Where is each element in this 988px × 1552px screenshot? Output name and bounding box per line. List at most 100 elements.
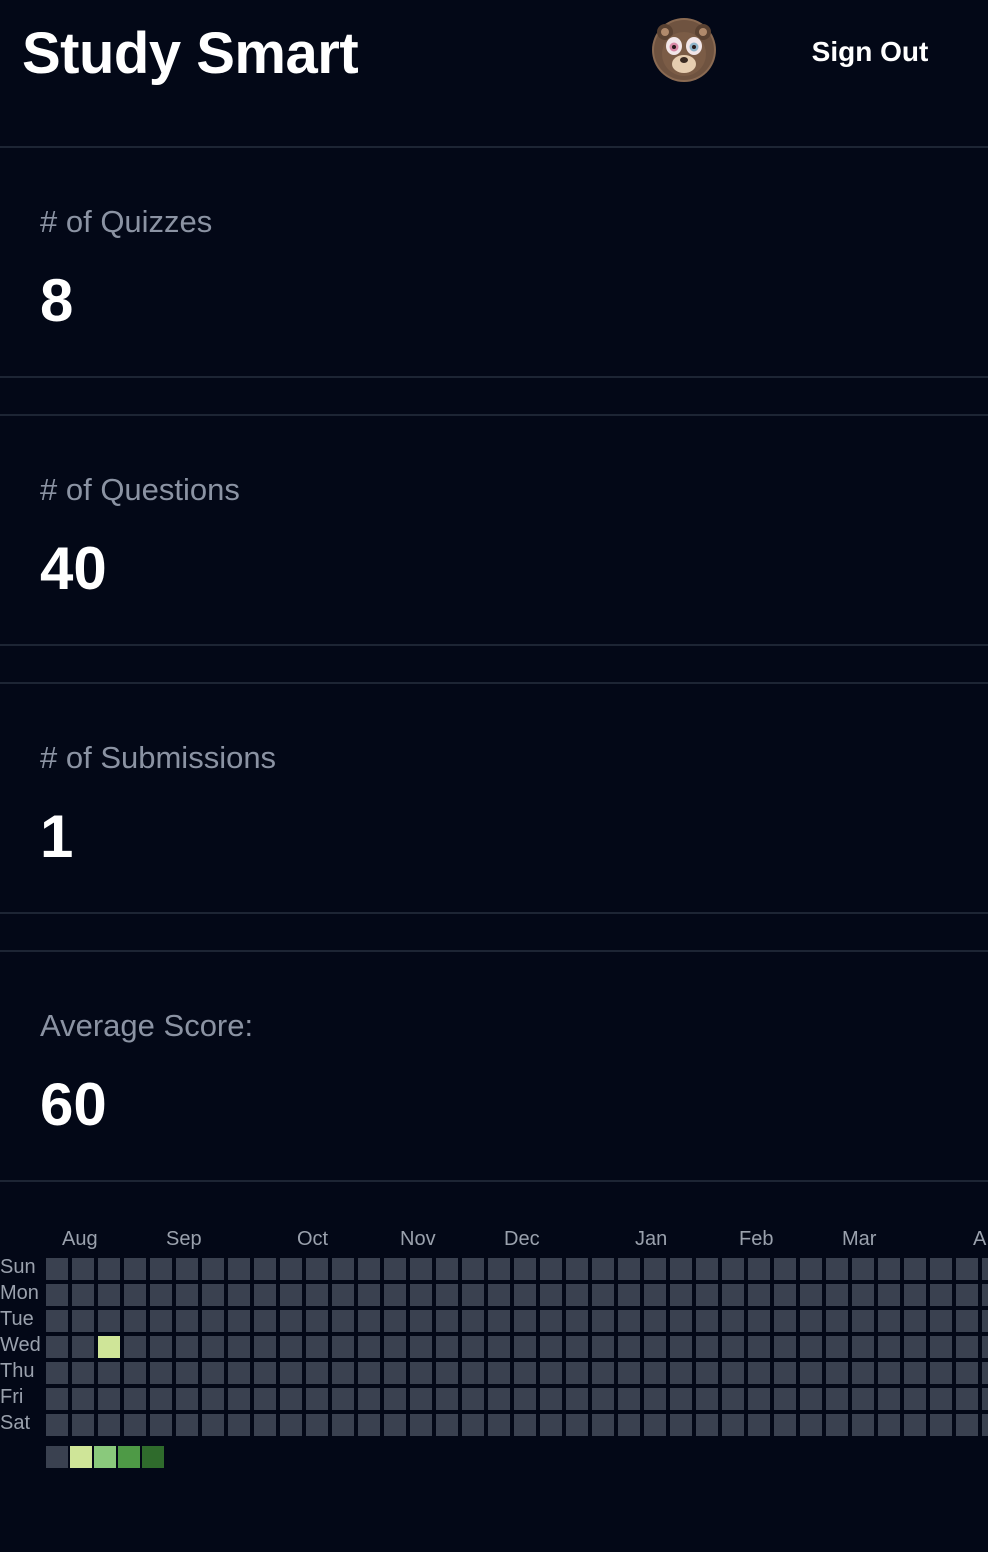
heatmap-cell[interactable] bbox=[332, 1284, 354, 1306]
heatmap-cell[interactable] bbox=[124, 1284, 146, 1306]
heatmap-cell[interactable] bbox=[930, 1310, 952, 1332]
heatmap-cell[interactable] bbox=[566, 1362, 588, 1384]
heatmap-cell[interactable] bbox=[358, 1362, 380, 1384]
heatmap-cell[interactable] bbox=[228, 1284, 250, 1306]
heatmap-cell[interactable] bbox=[72, 1388, 94, 1410]
heatmap-cell[interactable] bbox=[384, 1310, 406, 1332]
heatmap-cell[interactable] bbox=[150, 1310, 172, 1332]
heatmap-cell[interactable] bbox=[488, 1362, 510, 1384]
heatmap-cell[interactable] bbox=[202, 1310, 224, 1332]
heatmap-cell[interactable] bbox=[878, 1362, 900, 1384]
heatmap-cell[interactable] bbox=[878, 1336, 900, 1358]
heatmap-cell[interactable] bbox=[618, 1284, 640, 1306]
heatmap-cell[interactable] bbox=[46, 1362, 68, 1384]
heatmap-cell[interactable] bbox=[644, 1284, 666, 1306]
heatmap-cell[interactable] bbox=[696, 1336, 718, 1358]
heatmap-cell[interactable] bbox=[514, 1284, 536, 1306]
heatmap-cell[interactable] bbox=[644, 1388, 666, 1410]
heatmap-cell[interactable] bbox=[358, 1258, 380, 1280]
heatmap-cell[interactable] bbox=[826, 1284, 848, 1306]
heatmap-cell[interactable] bbox=[410, 1336, 432, 1358]
heatmap-cell[interactable] bbox=[852, 1414, 874, 1436]
heatmap-cell[interactable] bbox=[254, 1336, 276, 1358]
heatmap-cell[interactable] bbox=[540, 1362, 562, 1384]
heatmap-cell[interactable] bbox=[410, 1284, 432, 1306]
heatmap-cell[interactable] bbox=[826, 1258, 848, 1280]
heatmap-cell[interactable] bbox=[410, 1388, 432, 1410]
heatmap-cell[interactable] bbox=[462, 1336, 484, 1358]
heatmap-cell[interactable] bbox=[748, 1310, 770, 1332]
heatmap-cell[interactable] bbox=[982, 1336, 988, 1358]
heatmap-cell[interactable] bbox=[670, 1310, 692, 1332]
heatmap-cell[interactable] bbox=[566, 1284, 588, 1306]
heatmap-cell[interactable] bbox=[228, 1414, 250, 1436]
heatmap-cell[interactable] bbox=[306, 1362, 328, 1384]
heatmap-cell[interactable] bbox=[98, 1310, 120, 1332]
heatmap-cell[interactable] bbox=[384, 1258, 406, 1280]
heatmap-cell[interactable] bbox=[176, 1388, 198, 1410]
heatmap-cell[interactable] bbox=[436, 1362, 458, 1384]
heatmap-cell[interactable] bbox=[774, 1362, 796, 1384]
heatmap-cell[interactable] bbox=[878, 1310, 900, 1332]
heatmap-cell[interactable] bbox=[748, 1336, 770, 1358]
heatmap-cell[interactable] bbox=[98, 1362, 120, 1384]
heatmap-cell[interactable] bbox=[852, 1310, 874, 1332]
heatmap-cell[interactable] bbox=[592, 1362, 614, 1384]
heatmap-cell[interactable] bbox=[566, 1336, 588, 1358]
heatmap-cell[interactable] bbox=[904, 1310, 926, 1332]
heatmap-cell[interactable] bbox=[956, 1336, 978, 1358]
heatmap-cell[interactable] bbox=[202, 1284, 224, 1306]
heatmap-cell[interactable] bbox=[98, 1414, 120, 1436]
heatmap-cell[interactable] bbox=[722, 1284, 744, 1306]
heatmap-cell[interactable] bbox=[722, 1388, 744, 1410]
heatmap-cell[interactable] bbox=[930, 1362, 952, 1384]
heatmap-cell[interactable] bbox=[852, 1284, 874, 1306]
heatmap-cell[interactable] bbox=[72, 1336, 94, 1358]
heatmap-cell[interactable] bbox=[852, 1388, 874, 1410]
heatmap-cell[interactable] bbox=[930, 1414, 952, 1436]
heatmap-cell[interactable] bbox=[852, 1336, 874, 1358]
heatmap-cell[interactable] bbox=[150, 1258, 172, 1280]
heatmap-cell[interactable] bbox=[46, 1284, 68, 1306]
heatmap-cell[interactable] bbox=[46, 1388, 68, 1410]
heatmap-cell[interactable] bbox=[540, 1258, 562, 1280]
heatmap-cell[interactable] bbox=[592, 1284, 614, 1306]
heatmap-cell[interactable] bbox=[774, 1414, 796, 1436]
heatmap-cell[interactable] bbox=[150, 1336, 172, 1358]
heatmap-cell[interactable] bbox=[462, 1258, 484, 1280]
heatmap-cell[interactable] bbox=[592, 1414, 614, 1436]
heatmap-cell[interactable] bbox=[956, 1414, 978, 1436]
heatmap-cell[interactable] bbox=[384, 1362, 406, 1384]
heatmap-cell[interactable] bbox=[488, 1284, 510, 1306]
heatmap-cell[interactable] bbox=[332, 1258, 354, 1280]
heatmap-cell[interactable] bbox=[696, 1284, 718, 1306]
heatmap-cell[interactable] bbox=[644, 1362, 666, 1384]
heatmap-cell[interactable] bbox=[228, 1362, 250, 1384]
heatmap-cell[interactable] bbox=[254, 1284, 276, 1306]
heatmap-cell[interactable] bbox=[410, 1310, 432, 1332]
heatmap-cell[interactable] bbox=[956, 1258, 978, 1280]
heatmap-cell[interactable] bbox=[254, 1414, 276, 1436]
heatmap-cell[interactable] bbox=[306, 1258, 328, 1280]
heatmap-cell[interactable] bbox=[306, 1388, 328, 1410]
heatmap-cell[interactable] bbox=[904, 1336, 926, 1358]
heatmap-cell[interactable] bbox=[176, 1258, 198, 1280]
heatmap-cell[interactable] bbox=[462, 1388, 484, 1410]
heatmap-cell[interactable] bbox=[384, 1284, 406, 1306]
heatmap-cell[interactable] bbox=[774, 1336, 796, 1358]
heatmap-cell[interactable] bbox=[202, 1362, 224, 1384]
heatmap-cell[interactable] bbox=[280, 1414, 302, 1436]
heatmap-cell[interactable] bbox=[748, 1388, 770, 1410]
heatmap-cell[interactable] bbox=[956, 1310, 978, 1332]
heatmap-cell[interactable] bbox=[150, 1414, 172, 1436]
heatmap-cell[interactable] bbox=[748, 1414, 770, 1436]
heatmap-cell[interactable] bbox=[462, 1310, 484, 1332]
heatmap-cell[interactable] bbox=[436, 1258, 458, 1280]
heatmap-cell[interactable] bbox=[228, 1310, 250, 1332]
heatmap-cell[interactable] bbox=[904, 1362, 926, 1384]
heatmap-cell[interactable] bbox=[280, 1336, 302, 1358]
heatmap-cell[interactable] bbox=[280, 1362, 302, 1384]
heatmap-cell[interactable] bbox=[150, 1362, 172, 1384]
heatmap-cell[interactable] bbox=[852, 1258, 874, 1280]
heatmap-cell[interactable] bbox=[46, 1258, 68, 1280]
